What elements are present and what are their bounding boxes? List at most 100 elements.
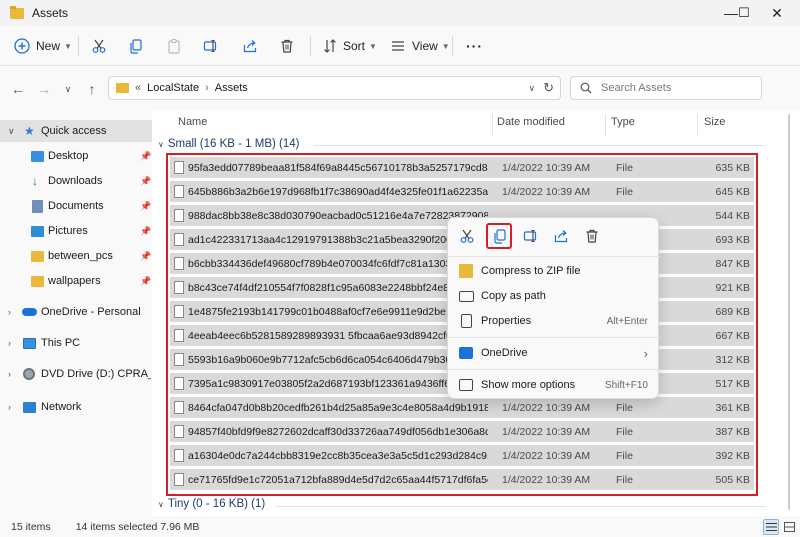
column-header-name[interactable]: Name [178,116,207,128]
file-icon [174,377,184,390]
chevron-right-icon: › [643,345,648,361]
file-size: 387 KB [715,425,750,438]
sort-button[interactable]: Sort ▼ [322,34,377,58]
forward-button[interactable]: → [35,80,53,98]
column-header-size[interactable]: Size [704,116,725,128]
up-button[interactable]: ↑ [83,80,101,98]
rename-button[interactable] [203,34,219,58]
file-size: 921 KB [715,281,750,294]
item-count: 15 items [11,520,51,533]
properties-icon [461,314,472,328]
sidebar-item-documents[interactable]: Documents 📌 [0,195,152,217]
sidebar-item-label: wallpapers [48,275,101,287]
close-button[interactable]: ✕ [754,0,800,26]
pin-icon: 📌 [140,200,152,211]
menu-item-shortcut: Alt+Enter [606,315,648,327]
group-header-small[interactable]: ∨ Small (16 KB - 1 MB) (14) [158,138,300,150]
sidebar-item-desktop[interactable]: Desktop 📌 [0,145,152,167]
menu-item-show-more-options[interactable]: Show more options Shift+F10 [448,373,660,397]
menu-item-compress-zip[interactable]: Compress to ZIP file [448,259,660,283]
menu-item-label: Properties [481,315,532,327]
table-row[interactable]: a16304e0dc7a244cbb8319e2cc8b35cea3e3a5c5… [170,445,754,466]
back-button[interactable]: ← [9,80,27,98]
details-view-button[interactable] [763,519,779,535]
sidebar-item-label: This PC [41,337,81,349]
chevron-right-icon[interactable]: › [8,338,11,348]
file-name: ad1c422331713aa4c12919791388b3c21a5bea32… [188,233,488,246]
table-row[interactable]: ce71765fd9e1c72051a712bfa889d4e5d7d2c65a… [170,469,754,490]
sidebar-item-quick-access[interactable]: ∨ ★ Quick access [0,120,152,142]
sidebar-item-this-pc[interactable]: › This PC [0,332,152,354]
search-input[interactable]: Search Assets [601,82,671,94]
share-button[interactable] [242,34,258,58]
context-rename-button[interactable] [520,226,542,246]
menu-item-onedrive[interactable]: OneDrive › [448,341,660,365]
file-name: 95fa3edd07789beaa81f584f69a8445c56710178… [188,161,488,174]
sidebar-item-wallpapers[interactable]: wallpapers 📌 [0,270,152,292]
chevron-down-icon: ▼ [64,41,72,51]
network-icon [23,401,36,413]
chevron-right-icon[interactable]: › [8,307,11,317]
status-bar: 15 items 14 items selected 7.96 MB [0,516,800,537]
address-bar[interactable]: « LocalState › Assets ∨ ↻ [108,76,561,100]
breadcrumb-assets[interactable]: Assets [215,82,248,94]
group-header-tiny[interactable]: ∨ Tiny (0 - 16 KB) (1) [158,498,265,510]
table-row[interactable]: 8464cfa047d0b8b20cedfb261b4d25a85a9e3c4e… [170,397,754,418]
delete-button[interactable] [279,34,295,58]
file-icon [174,185,184,198]
breadcrumb-overflow[interactable]: « [135,82,141,94]
menu-item-label: Show more options [481,379,576,391]
sidebar-item-between-pcs[interactable]: between_pcs 📌 [0,245,152,267]
context-share-button[interactable] [550,226,572,246]
sidebar-item-label: Downloads [48,175,103,187]
menu-item-copy-as-path[interactable]: Copy as path [448,284,660,308]
sidebar-item-dvd-drive[interactable]: › DVD Drive (D:) CPRA_X64FI [0,363,152,385]
view-button[interactable]: View ▼ [390,34,450,58]
file-icon [174,401,184,414]
refresh-icon[interactable]: ↻ [543,80,554,96]
sidebar-item-label: between_pcs [48,250,113,262]
new-button[interactable]: New ▼ [14,34,72,58]
table-row[interactable]: 645b886b3a2b6e197d968fb1f7c38690ad4f4e32… [170,181,754,202]
chevron-down-icon[interactable]: ∨ [8,126,15,137]
desktop-icon [31,150,44,162]
breadcrumb-localstate[interactable]: LocalState [147,82,199,94]
search-box[interactable]: Search Assets [570,76,762,100]
tiles-view-button[interactable] [781,519,797,535]
title-bar: Assets [0,0,800,26]
sidebar-item-pictures[interactable]: Pictures 📌 [0,220,152,242]
chevron-right-icon[interactable]: › [8,402,11,412]
column-header-type[interactable]: Type [611,116,635,128]
file-icon [174,257,184,270]
address-dropdown-icon[interactable]: ∨ [529,83,536,94]
copy-button[interactable] [128,34,144,58]
context-delete-button[interactable] [581,226,603,246]
arrow-left-icon: ← [11,81,25,97]
sidebar-item-network[interactable]: › Network [0,396,152,418]
context-copy-button[interactable] [489,226,511,246]
vertical-scrollbar[interactable] [786,110,792,514]
more-options-button[interactable]: ··· [466,34,483,58]
table-row[interactable]: 95fa3edd07789beaa81f584f69a8445c56710178… [170,157,754,178]
recent-locations-button[interactable]: ∨ [59,80,77,98]
view-list-icon [390,38,406,54]
sidebar-item-downloads[interactable]: ↓ Downloads 📌 [0,170,152,192]
column-header-date[interactable]: Date modified [497,116,565,128]
file-type: File [616,473,633,486]
new-label: New [36,39,61,53]
menu-item-properties[interactable]: Properties Alt+Enter [448,309,660,333]
cut-button[interactable] [91,34,107,58]
chevron-down-icon: ▼ [369,41,377,51]
table-row[interactable]: 94857f40bfd9f9e8272602dcaff30d33726aa749… [170,421,754,442]
copy-icon [128,38,144,54]
chevron-right-icon[interactable]: › [8,369,11,379]
scrollbar-thumb[interactable] [788,114,790,510]
details-view-icon [765,522,777,532]
paste-button[interactable] [166,34,182,58]
sidebar-item-onedrive[interactable]: › OneDrive - Personal [0,301,152,323]
group-label: Tiny (0 - 16 KB) (1) [167,498,266,510]
sidebar-item-label: DVD Drive (D:) CPRA_X64FI [41,368,151,380]
delete-icon [279,38,295,54]
context-cut-button[interactable] [456,226,478,246]
chevron-right-icon: ∨ [158,499,164,509]
